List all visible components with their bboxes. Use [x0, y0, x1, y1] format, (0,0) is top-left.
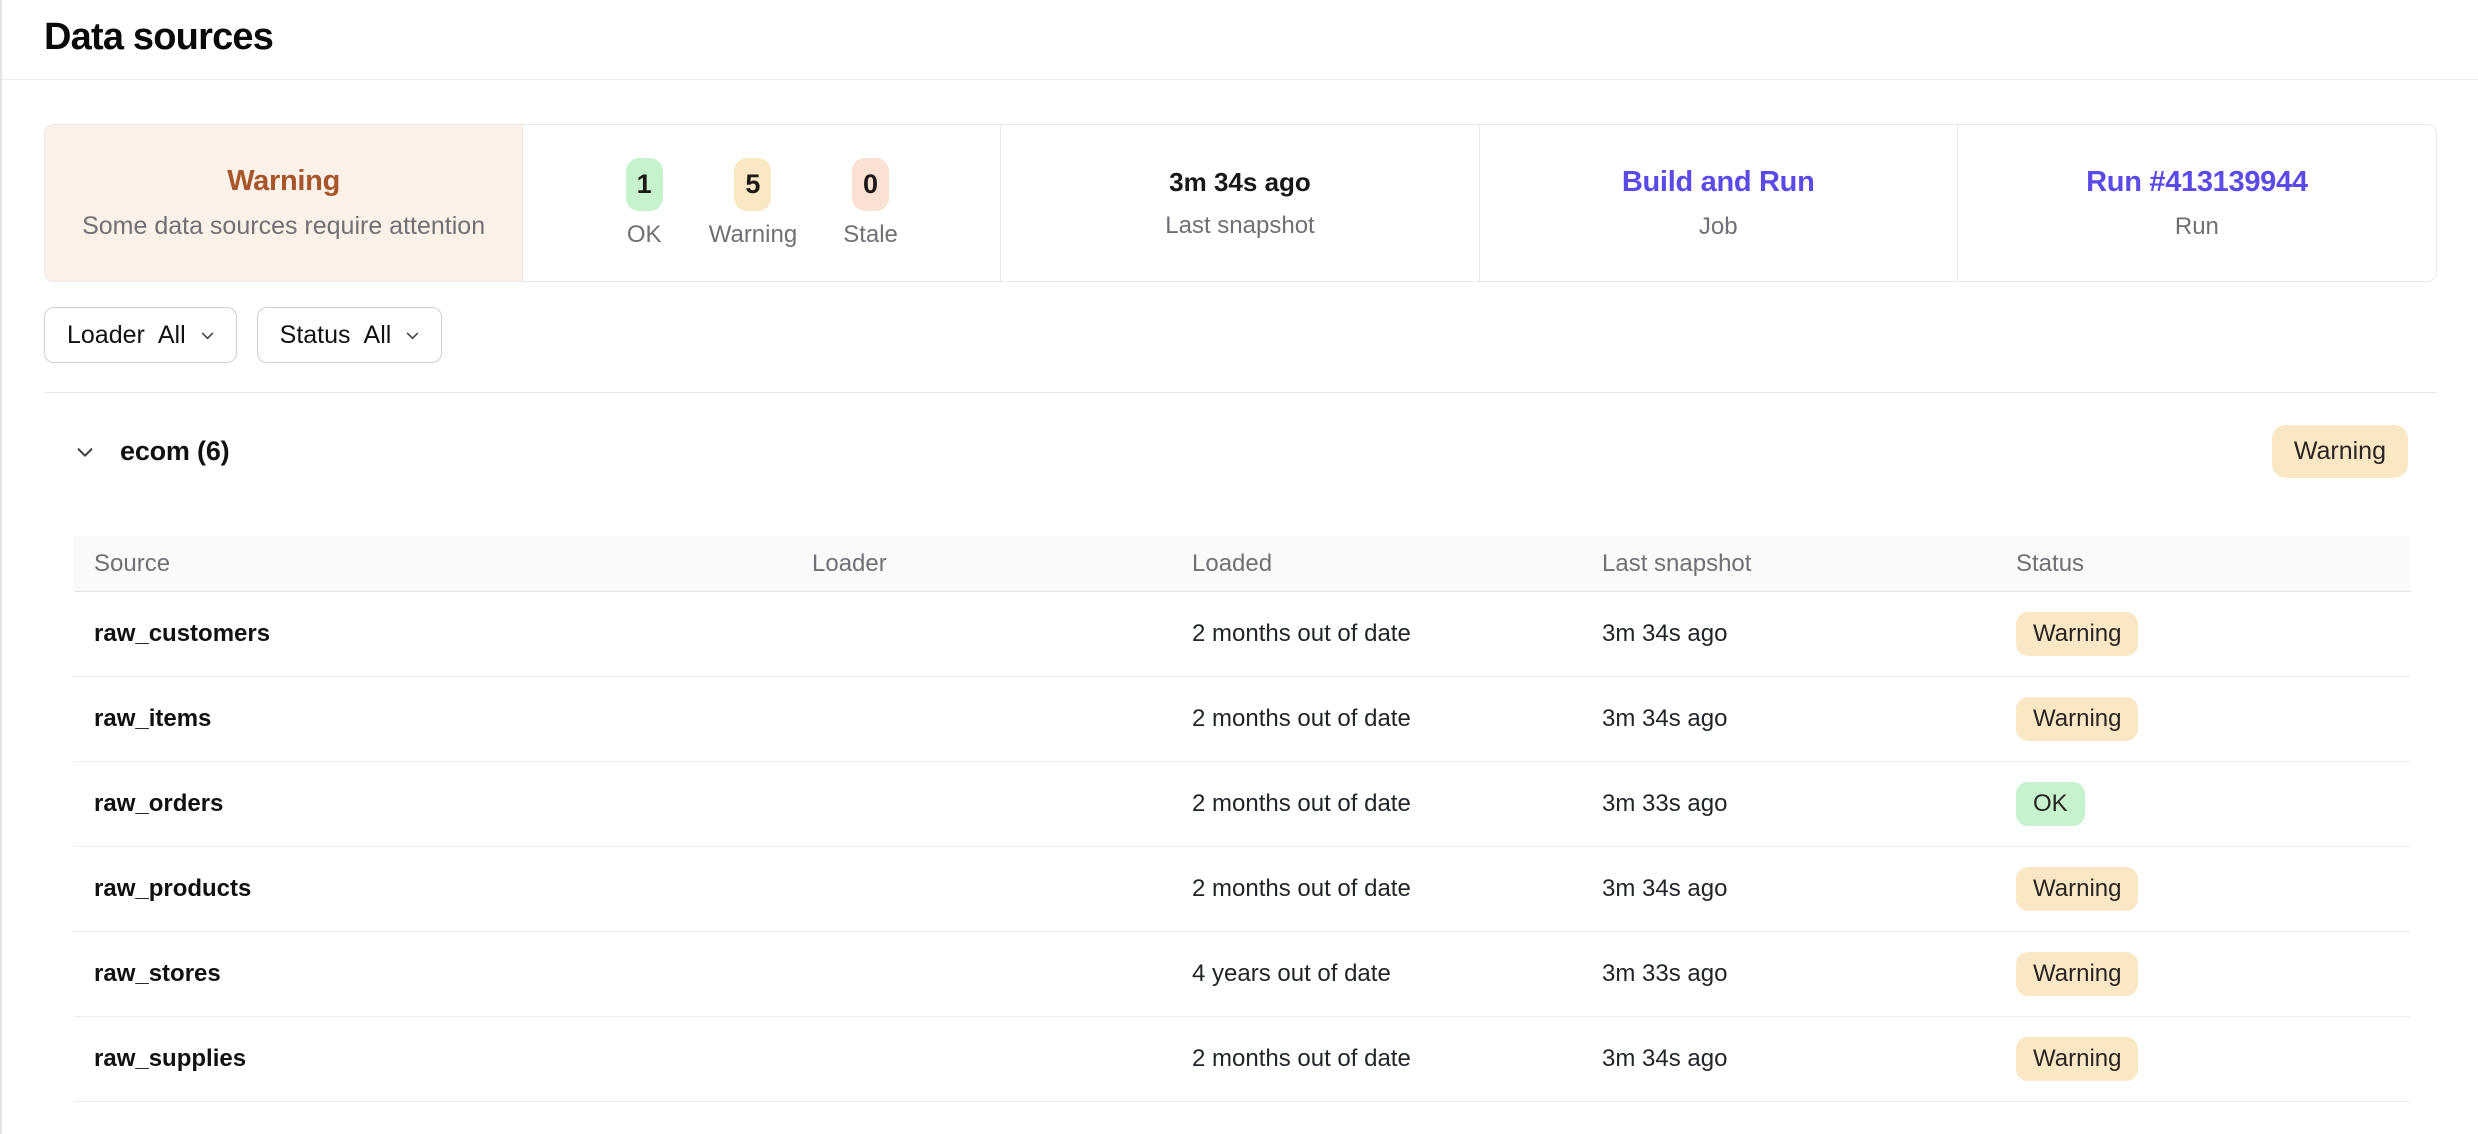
- loaded-cell: 2 months out of date: [1192, 620, 1602, 648]
- last-snapshot-cell: 3m 34s ago: [1602, 875, 2016, 903]
- ok-count-badge: 1: [626, 158, 663, 211]
- status-filter-value: All: [364, 321, 392, 350]
- status-cell: Warning: [2016, 867, 2410, 911]
- status-badge: Warning: [2016, 697, 2138, 741]
- table-row-raw-orders[interactable]: raw_orders 2 months out of date3m 33s ago…: [74, 762, 2410, 847]
- job-link[interactable]: Build and Run: [1622, 166, 1815, 199]
- ok-count-stat: 1 OK: [626, 158, 663, 249]
- loader-filter-value: All: [158, 321, 186, 350]
- group-header-ecom[interactable]: ecom (6) Warning: [74, 425, 2408, 478]
- loaded-cell: 2 months out of date: [1192, 790, 1602, 818]
- divider: [44, 392, 2437, 393]
- run-label: Run: [2175, 213, 2219, 241]
- status-badge: Warning: [2016, 867, 2138, 911]
- column-header-loader: Loader: [812, 550, 1192, 578]
- last-snapshot-label: Last snapshot: [1165, 212, 1314, 240]
- table-row-raw-stores[interactable]: raw_stores 4 years out of date3m 33s agoW…: [74, 932, 2410, 1017]
- source-cell: raw_products: [74, 875, 812, 903]
- loader-filter-label: Loader: [67, 321, 145, 350]
- source-cell: raw_stores: [74, 960, 812, 988]
- job-card: Build and Run Job: [1480, 125, 1958, 281]
- status-cell: Warning: [2016, 1037, 2410, 1081]
- stale-count-badge: 0: [852, 158, 889, 211]
- group-status-badge: Warning: [2272, 425, 2408, 478]
- last-snapshot-cell: 3m 34s ago: [1602, 705, 2016, 733]
- page-title: Data sources: [44, 16, 2478, 59]
- last-snapshot-cell: 3m 33s ago: [1602, 790, 2016, 818]
- source-cell: raw_supplies: [74, 1045, 812, 1073]
- overall-status-title: Warning: [227, 165, 340, 198]
- stale-count-stat: 0 Stale: [843, 158, 898, 249]
- summary-card-row: Warning Some data sources require attent…: [44, 124, 2437, 282]
- warning-count-badge: 5: [734, 158, 771, 211]
- overall-status-subtitle: Some data sources require attention: [82, 212, 485, 241]
- column-header-loaded: Loaded: [1192, 550, 1602, 578]
- source-cell: raw_items: [74, 705, 812, 733]
- counts-row: 1 OK 5 Warning 0 Stale: [626, 158, 898, 249]
- chevron-down-icon[interactable]: [74, 441, 96, 463]
- run-link[interactable]: Run #413139944: [2086, 166, 2308, 199]
- status-badge: Warning: [2016, 1037, 2138, 1081]
- counts-card: 1 OK 5 Warning 0 Stale: [523, 125, 1001, 281]
- stale-count-label: Stale: [843, 221, 898, 249]
- loaded-cell: 2 months out of date: [1192, 875, 1602, 903]
- status-badge: OK: [2016, 782, 2085, 826]
- loader-filter-button[interactable]: Loader All: [44, 307, 237, 363]
- table-row-raw-items[interactable]: raw_items 2 months out of date3m 34s agoW…: [74, 677, 2410, 762]
- ok-count-label: OK: [627, 221, 662, 249]
- group-name: ecom (6): [120, 436, 229, 467]
- table-body: raw_customers2 months out of date3m 34s …: [74, 592, 2410, 1102]
- chevron-down-icon: [404, 327, 421, 344]
- status-badge: Warning: [2016, 612, 2138, 656]
- status-cell: Warning: [2016, 697, 2410, 741]
- job-label: Job: [1699, 213, 1738, 241]
- source-cell: raw_customers: [74, 620, 812, 648]
- status-filter-label: Status: [280, 321, 351, 350]
- column-header-source: Source: [74, 550, 812, 578]
- last-snapshot-value: 3m 34s ago: [1169, 167, 1311, 198]
- chevron-down-icon: [199, 327, 216, 344]
- page-header: Data sources: [2, 0, 2478, 80]
- source-cell: raw_orders: [74, 790, 812, 818]
- status-cell: Warning: [2016, 612, 2410, 656]
- table-row-raw-customers[interactable]: raw_customers 2 months out of date3m 34s …: [74, 592, 2410, 677]
- column-header-last-snapshot: Last snapshot: [1602, 550, 2016, 578]
- group-header-left: ecom (6): [74, 436, 229, 467]
- loaded-cell: 2 months out of date: [1192, 1045, 1602, 1073]
- status-badge: Warning: [2016, 952, 2138, 996]
- content: Warning Some data sources require attent…: [2, 124, 2478, 1102]
- table-row-raw-supplies[interactable]: raw_supplies 2 months out of date3m 34s a…: [74, 1017, 2410, 1102]
- filters-row: Loader All Status All: [44, 307, 2437, 363]
- last-snapshot-card: 3m 34s ago Last snapshot: [1001, 125, 1479, 281]
- table-header-row: SourceLoaderLoadedLast snapshotStatus: [74, 536, 2410, 592]
- warning-count-label: Warning: [709, 221, 797, 249]
- column-header-status: Status: [2016, 550, 2410, 578]
- table-row-raw-products[interactable]: raw_products 2 months out of date3m 34s a…: [74, 847, 2410, 932]
- loaded-cell: 4 years out of date: [1192, 960, 1602, 988]
- run-card: Run #413139944 Run: [1958, 125, 2436, 281]
- status-cell: Warning: [2016, 952, 2410, 996]
- overall-status-card: Warning Some data sources require attent…: [45, 125, 523, 281]
- last-snapshot-cell: 3m 34s ago: [1602, 620, 2016, 648]
- data-sources-table: SourceLoaderLoadedLast snapshotStatus ra…: [74, 536, 2410, 1102]
- loaded-cell: 2 months out of date: [1192, 705, 1602, 733]
- warning-count-stat: 5 Warning: [709, 158, 797, 249]
- last-snapshot-cell: 3m 34s ago: [1602, 1045, 2016, 1073]
- last-snapshot-cell: 3m 33s ago: [1602, 960, 2016, 988]
- status-cell: OK: [2016, 782, 2410, 826]
- status-filter-button[interactable]: Status All: [257, 307, 443, 363]
